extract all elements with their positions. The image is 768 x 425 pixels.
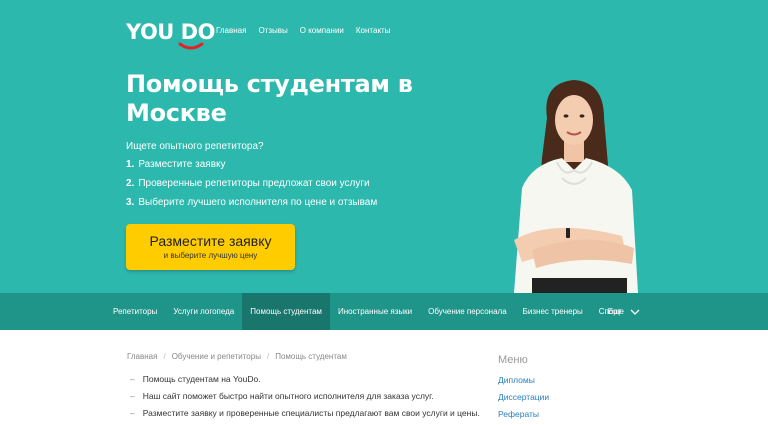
more-dropdown[interactable]: Еще (608, 293, 640, 330)
list-item: – Помощь студентам на YouDo. (130, 374, 261, 384)
list-item: – Разместите заявку и проверенные специал… (130, 408, 480, 418)
topnav-reviews[interactable]: Отзывы (258, 25, 287, 37)
chevron-down-icon (630, 309, 640, 315)
step-item: 1. Разместите заявку (126, 159, 226, 170)
logo-text: YOU DO (126, 20, 215, 44)
category-speech-therapist[interactable]: Услуги логопеда (165, 293, 242, 330)
side-menu-link-essays[interactable]: Рефераты (498, 409, 549, 420)
breadcrumb: Главная / Обучение и репетиторы / Помощь… (127, 352, 347, 361)
side-menu-link-diplomas[interactable]: Дипломы (498, 375, 549, 386)
side-menu: Дипломы Диссертации Рефераты (498, 375, 549, 425)
hero-woman-image (514, 80, 638, 293)
topnav-contacts[interactable]: Контакты (356, 25, 391, 37)
step-item: 3. Выберите лучшего исполнителя по цене и… (126, 197, 378, 208)
step-item: 2. Проверенные репетиторы предложат свои … (126, 178, 370, 189)
breadcrumb-home[interactable]: Главная (127, 352, 157, 361)
category-business-trainers[interactable]: Бизнес тренеры (515, 293, 591, 330)
breadcrumb-separator: / (266, 352, 270, 361)
list-item: – Наш сайт поможет быстро найти опытного … (130, 391, 434, 401)
logo-smile-icon (178, 42, 204, 50)
hero-title: Помощь студентам в Москве (126, 70, 413, 127)
category-foreign-languages[interactable]: Иностранные языки (330, 293, 420, 330)
hero-lead: Ищете опытного репетитора? (126, 141, 264, 152)
category-bar: Репетиторы Услуги логопеда Помощь студен… (0, 293, 768, 330)
side-menu-title: Меню (498, 354, 528, 366)
cta-sub-label: и выберите лучшую цену (163, 251, 258, 260)
category-staff-training[interactable]: Обучение персонала (420, 293, 515, 330)
hero-steps: 1. Разместите заявку 2. Проверенные репети… (126, 158, 377, 215)
category-student-help[interactable]: Помощь студентам (242, 293, 330, 330)
side-menu-link-dissertations[interactable]: Диссертации (498, 392, 549, 403)
cta-main-label: Разместите заявку (149, 233, 272, 249)
top-nav: Главная Отзывы О компании Контакты (216, 25, 390, 37)
topnav-home[interactable]: Главная (216, 25, 246, 37)
breadcrumb-separator: / (163, 352, 166, 361)
category-tutors[interactable]: Репетиторы (105, 293, 165, 330)
content-list: – Помощь студентам на YouDo. – Наш сайт по… (130, 374, 480, 425)
post-task-button[interactable]: Разместите заявку и выберите лучшую цену (126, 224, 295, 270)
breadcrumb-current: Помощь студентам (275, 352, 347, 361)
hero-section: YOU DO Главная Отзывы О компании Контакт… (0, 0, 768, 293)
topnav-about[interactable]: О компании (300, 25, 344, 37)
breadcrumb-education[interactable]: Обучение и репетиторы (172, 352, 261, 361)
more-label: Еще (607, 307, 624, 316)
youdo-logo[interactable]: YOU DO (126, 20, 215, 50)
